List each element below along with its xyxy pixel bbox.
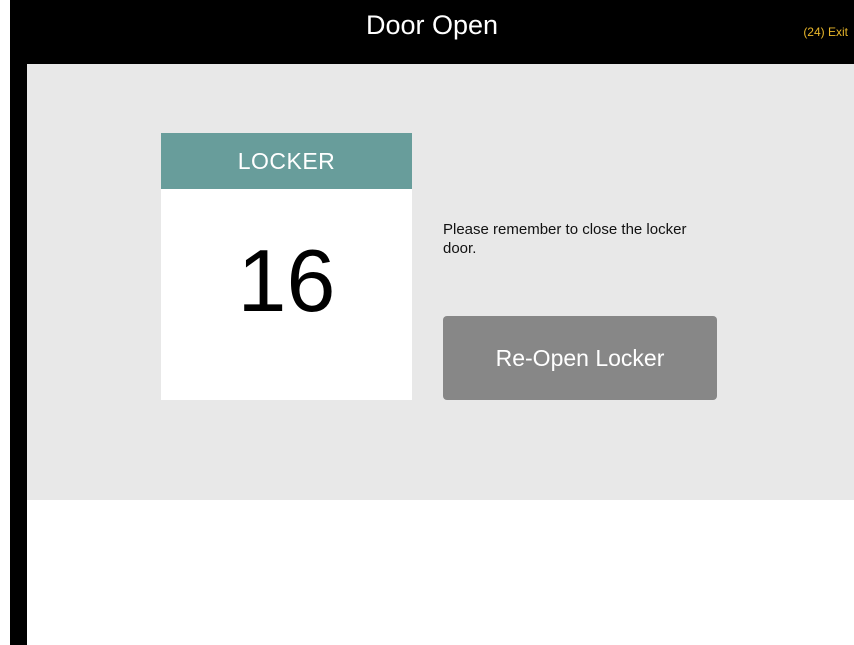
left-edge: [0, 0, 10, 645]
page-title: Door Open: [365, 10, 499, 40]
reopen-locker-label: Re-Open Locker: [495, 345, 665, 371]
locker-label: LOCKER: [237, 148, 336, 174]
header-bar: Door Open (24) Exit: [10, 0, 854, 64]
close-door-message: Please remember to close the locker door…: [443, 221, 687, 257]
lower-panel: [27, 500, 854, 645]
locker-number: 16: [237, 231, 336, 330]
locker-card: LOCKER 16: [161, 133, 412, 400]
exit-button[interactable]: (24) Exit: [803, 24, 848, 40]
reopen-locker-button[interactable]: Re-Open Locker: [443, 316, 717, 400]
locker-card-header: LOCKER: [161, 133, 412, 189]
content-panel: [27, 64, 854, 500]
kiosk-screen: Door Open (24) Exit LOCKER 16 Please rem…: [0, 0, 854, 645]
